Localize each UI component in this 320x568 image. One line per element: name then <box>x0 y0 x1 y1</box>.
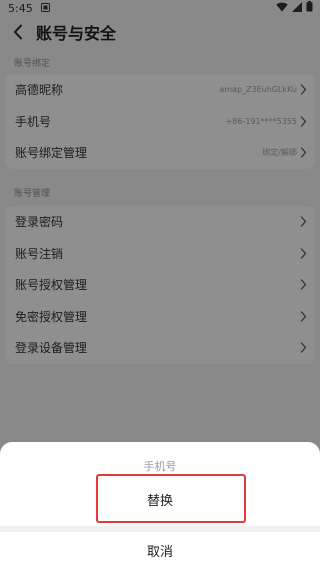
cancel-button[interactable]: 取消 <box>0 532 320 568</box>
replace-button[interactable]: 替换 <box>0 472 320 526</box>
bottom-sheet: 手机号 替换 取消 <box>0 442 320 568</box>
